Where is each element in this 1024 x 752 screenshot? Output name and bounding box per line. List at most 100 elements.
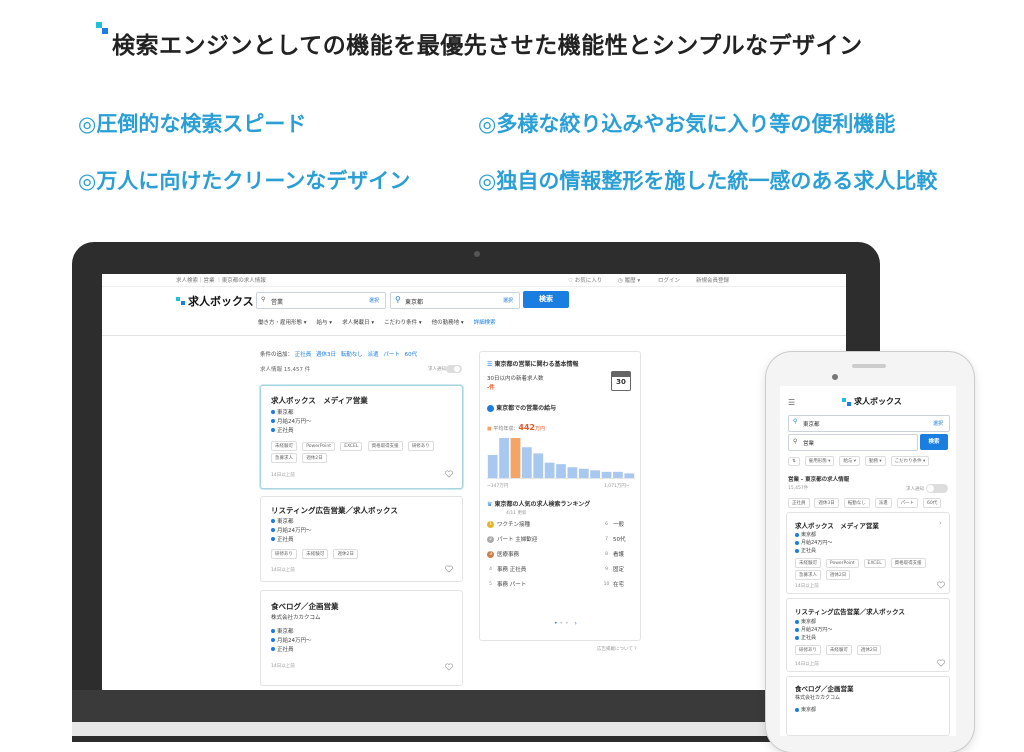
filter-salary[interactable]: 給与 ▾ xyxy=(317,318,333,326)
favorite-heart-icon[interactable] xyxy=(445,565,453,573)
hamburger-menu-icon[interactable]: ☰ xyxy=(788,398,795,407)
location-icon xyxy=(795,532,799,537)
salary-icon xyxy=(271,419,275,423)
posted-date: 14日以上前 xyxy=(795,584,819,589)
breadcrumb[interactable]: 求人検索｜営業 ｜東京都の求人情報 xyxy=(176,276,266,284)
tag: 未経験可 xyxy=(271,441,297,451)
logo-icon xyxy=(842,397,852,407)
mobile-job-card[interactable]: リスティング広告営業／求人ボックス 東京都 月給24万円〜 正社員 研修あり 未… xyxy=(786,598,950,672)
alert-toggle[interactable] xyxy=(446,365,462,373)
login-link[interactable]: ログイン xyxy=(658,276,680,284)
favorite-heart-icon[interactable] xyxy=(445,470,453,478)
ranking-item[interactable]: 1 ワクチン接種 xyxy=(487,520,530,528)
posted-date: 14日以上前 xyxy=(795,662,819,667)
filter-bar: 働き方・雇用形態 ▾ 給与 ▾ 求人掲載日 ▾ こだわり条件 ▾ 他の勤務地 ▾… xyxy=(258,318,496,326)
favorite-heart-icon[interactable] xyxy=(937,659,945,667)
job-title[interactable]: 求人ボックス メディア営業 xyxy=(271,395,368,406)
condition-chip[interactable]: パート xyxy=(896,498,919,508)
headline: 検索エンジンとしての機能を最優先させた機能性とシンプルなデザイン xyxy=(96,22,976,62)
tag: EXCEL xyxy=(863,559,886,568)
mobile-filter[interactable]: こだわり条件 ▾ xyxy=(890,456,930,466)
condition-chip[interactable]: 60代 xyxy=(405,352,418,358)
mobile-alert-toggle[interactable] xyxy=(926,484,948,493)
ranking-item[interactable]: 9 固定 xyxy=(603,565,624,574)
tag: 未経験可 xyxy=(302,549,329,559)
job-type-icon xyxy=(271,647,275,651)
job-title[interactable]: リスティング広告営業／求人ボックス xyxy=(271,505,398,516)
mobile-location-select[interactable]: 選択 xyxy=(933,420,943,427)
job-title[interactable]: 食べログ／企画営業 xyxy=(795,683,854,693)
feature-4: ◎独自の情報整形を施した統一感のある求人比較 xyxy=(478,169,938,193)
salary-icon xyxy=(271,638,275,642)
mobile-alert-label: 求人通知 xyxy=(906,487,924,492)
ranking-item[interactable]: 8 看護 xyxy=(603,550,624,559)
mobile-location-input[interactable]: ⚲ 東京都 選択 xyxy=(788,415,950,432)
company-name: 株式会社カカクコム xyxy=(271,615,321,621)
coin-icon xyxy=(487,405,494,412)
condition-chip[interactable]: パート xyxy=(383,352,400,358)
ranking-item[interactable]: 10 在宅 xyxy=(603,580,624,589)
condition-chip[interactable]: 転勤なし xyxy=(843,498,870,508)
search-button[interactable]: 検索 xyxy=(523,291,569,308)
condition-chip[interactable]: 正社員 xyxy=(295,352,312,358)
posted-date: 14日以上前 xyxy=(271,568,295,573)
histogram-bar xyxy=(510,438,521,478)
mobile-filter[interactable]: 雇用形態 ▾ xyxy=(804,456,835,466)
favorites-link[interactable]: ♡ お気に入り xyxy=(568,276,602,284)
condition-chip[interactable]: 週休3日 xyxy=(316,352,336,358)
keyword-search-input[interactable]: ⚲ 営業 選択 xyxy=(256,292,386,309)
search-header: 求人ボックス ⚲ 営業 選択 ⚲ 東京都 選択 検索 働き方・雇用形態 ▾ 給与… xyxy=(102,287,846,336)
tag: EXCEL xyxy=(340,442,363,451)
salary-histogram xyxy=(487,438,635,479)
job-tags: 研修あり 未経験可 週休2日 xyxy=(795,645,945,657)
filter-settings-icon[interactable]: ⇅ xyxy=(788,457,800,466)
search-icon: ⚲ xyxy=(261,296,266,303)
ranking-item[interactable]: 2 パート 主婦歓迎 xyxy=(487,535,537,543)
condition-chip[interactable]: 派遣 xyxy=(874,498,892,508)
job-card[interactable]: 食べログ／企画営業 株式会社カカクコム 東京都 月給24万円〜 正社員 14日以… xyxy=(260,590,463,686)
job-title[interactable]: リスティング広告営業／求人ボックス xyxy=(795,606,905,616)
location-icon xyxy=(271,519,275,523)
filter-preferences[interactable]: こだわり条件 ▾ xyxy=(384,318,422,326)
filter-other-locations[interactable]: 他の勤務地 ▾ xyxy=(432,318,464,326)
condition-chip[interactable]: 転勤なし xyxy=(341,352,363,358)
condition-chip[interactable]: 週休3日 xyxy=(814,498,839,508)
register-link[interactable]: 新規会員登録 xyxy=(696,276,729,284)
info-icon: ■ xyxy=(487,426,492,432)
ranking-item[interactable]: 7 50代 xyxy=(603,535,625,544)
ranking-item[interactable]: 6 一般 xyxy=(603,520,624,529)
job-title[interactable]: 食べログ／企画営業 xyxy=(271,601,339,612)
condition-chip[interactable]: 派遣 xyxy=(368,352,379,358)
job-type-icon xyxy=(795,548,799,553)
detail-search-link[interactable]: 詳細検索 xyxy=(474,318,496,326)
advertising-link[interactable]: 広告掲載について ? xyxy=(597,646,637,652)
mobile-job-card[interactable]: 食べログ／企画営業 株式会社カカクコム 東京都 xyxy=(786,676,950,736)
mobile-filter-bar: ⇅ 雇用形態 ▾ 給与 ▾ 勤務 ▾ こだわり条件 ▾ xyxy=(788,456,932,468)
mobile-search-button[interactable]: 検索 xyxy=(920,434,948,450)
keyword-select-link[interactable]: 選択 xyxy=(369,297,379,304)
condition-chip[interactable]: 60代 xyxy=(922,498,942,508)
mobile-logo[interactable]: 求人ボックス xyxy=(842,396,902,407)
location-select-link[interactable]: 選択 xyxy=(503,297,513,304)
filter-posted-date[interactable]: 求人掲載日 ▾ xyxy=(342,318,374,326)
condition-chips: 条件の追加： 正社員 週休3日 転勤なし 派遣 パート 60代 xyxy=(260,352,418,358)
job-card[interactable]: 求人ボックス メディア営業 東京都 月給24万円〜 正社員 未経験可 Power… xyxy=(260,385,463,489)
filter-workstyle[interactable]: 働き方・雇用形態 ▾ xyxy=(258,318,307,326)
mobile-filter[interactable]: 勤務 ▾ xyxy=(864,456,886,466)
mobile-filter[interactable]: 給与 ▾ xyxy=(839,456,861,466)
favorite-heart-icon[interactable] xyxy=(445,663,453,671)
location-search-input[interactable]: ⚲ 東京都 選択 xyxy=(390,292,520,309)
job-title[interactable]: 求人ボックス メディア営業 xyxy=(795,520,879,530)
ranking-item[interactable]: 5 事務 パート xyxy=(487,580,526,589)
desktop-logo[interactable]: 求人ボックス xyxy=(176,293,254,309)
favorite-heart-icon[interactable] xyxy=(937,581,945,589)
search-icon: ⚲ xyxy=(793,438,798,445)
history-link[interactable]: ◷ 履歴 ▾ xyxy=(618,276,640,284)
mobile-keyword-input[interactable]: ⚲ 営業 xyxy=(788,434,918,451)
job-card[interactable]: リスティング広告営業／求人ボックス 東京都 月給24万円〜 正社員 研修あり 未… xyxy=(260,496,463,582)
mobile-job-card[interactable]: 求人ボックス メディア営業 › 東京都 月給24万円〜 正社員 未経験可 Pow… xyxy=(786,512,950,594)
pagination-dots[interactable]: ••• › xyxy=(554,620,579,627)
condition-chip[interactable]: 正社員 xyxy=(788,498,810,508)
ranking-item[interactable]: 4 事務 正社員 xyxy=(487,565,526,574)
ranking-item[interactable]: 3 医療事務 xyxy=(487,550,519,558)
